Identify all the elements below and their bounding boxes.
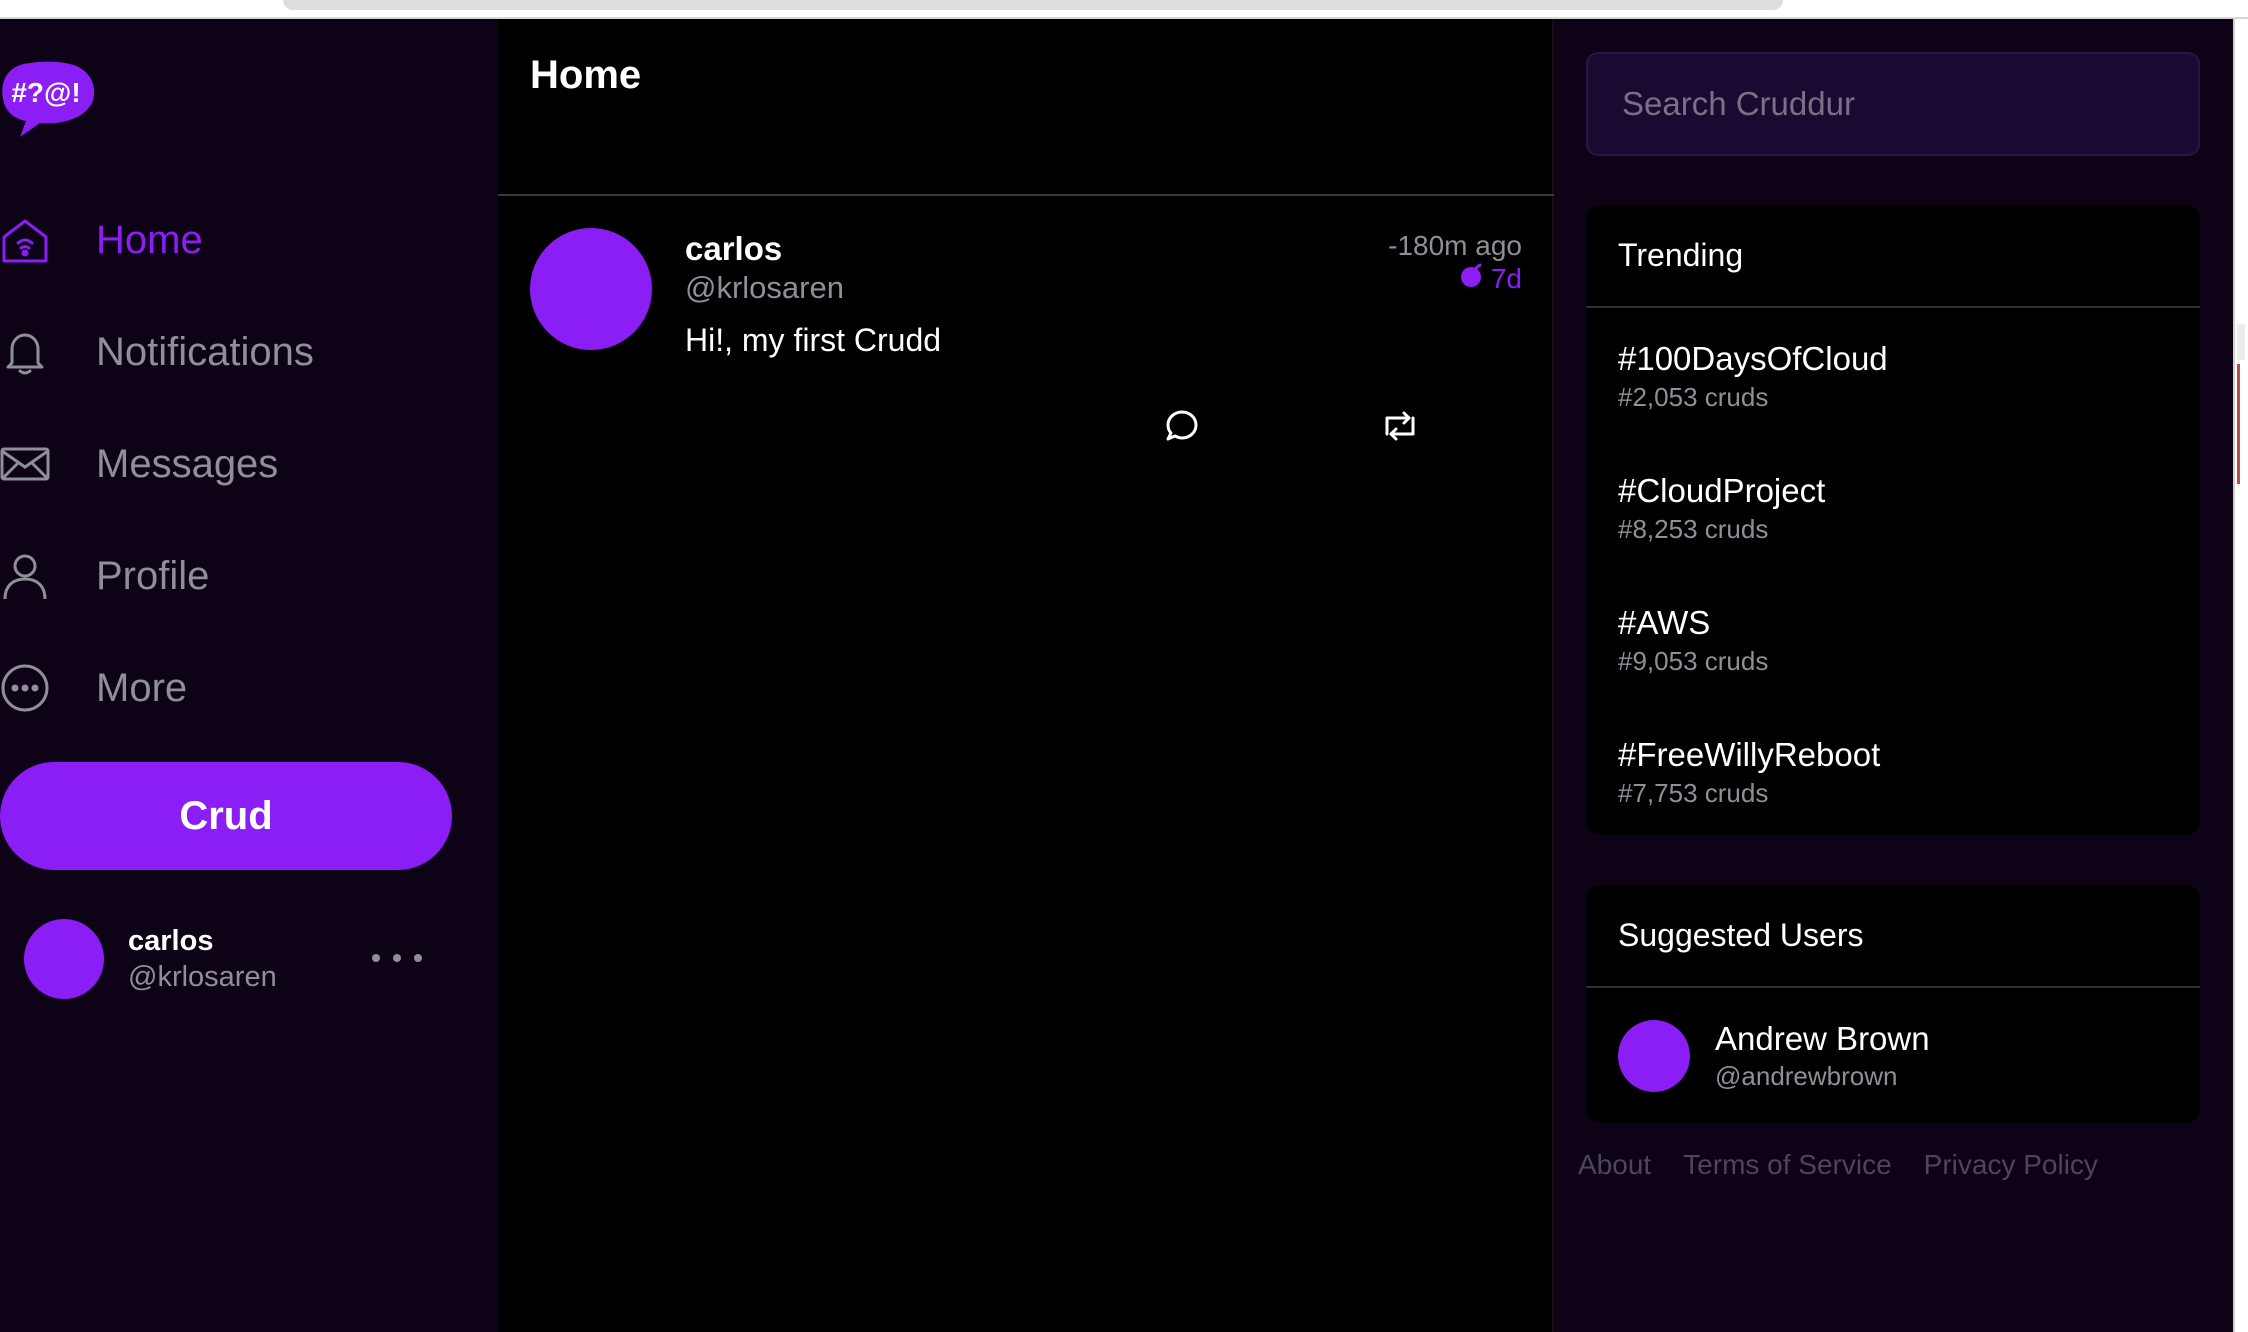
sidebar-item-label: Messages xyxy=(96,441,279,486)
post-author-name[interactable]: carlos xyxy=(685,230,782,268)
post-author-handle[interactable]: @krlosaren xyxy=(685,270,844,306)
trend-tag: #AWS xyxy=(1618,604,1711,641)
bell-icon xyxy=(0,327,50,377)
sidebar-item-more[interactable]: More xyxy=(0,632,498,744)
post-expiry-text: 7d xyxy=(1490,262,1522,294)
sidebar-item-label: Profile xyxy=(96,553,210,598)
browser-address-bar xyxy=(283,0,1783,10)
avatar[interactable] xyxy=(530,228,652,350)
envelope-icon xyxy=(0,439,50,489)
trend-count: #2,053 cruds xyxy=(1618,382,1769,412)
sidebar-item-messages[interactable]: Messages xyxy=(0,408,498,520)
suggested-users-panel: Suggested Users Andrew Brown @andrewbrow… xyxy=(1586,885,2200,1123)
user-icon xyxy=(0,551,50,601)
suggested-user[interactable]: Andrew Brown @andrewbrown xyxy=(1586,988,2200,1121)
trend-item[interactable]: #CloudProject #8,253 cruds xyxy=(1586,440,2200,572)
trend-tag: #100DaysOfCloud xyxy=(1618,340,1888,377)
footer-link-about[interactable]: About xyxy=(1578,1149,1651,1181)
current-user[interactable]: carlos @krlosaren xyxy=(24,919,424,999)
avatar xyxy=(1618,1020,1690,1092)
suggested-users-title: Suggested Users xyxy=(1586,885,2200,988)
right-sidebar: Trending #100DaysOfCloud #2,053 cruds #C… xyxy=(1554,19,2233,1332)
app-container: #?@! Home Notifications Messages Profile… xyxy=(0,19,2233,1332)
footer-links: About Terms of Service Privacy Policy xyxy=(1578,1149,2098,1181)
post-time: -180m ago xyxy=(1388,230,1522,261)
feed-header: Home xyxy=(498,19,1554,196)
reply-icon[interactable] xyxy=(1160,404,1204,448)
trend-count: #8,253 cruds xyxy=(1618,514,1769,544)
trend-count: #9,053 cruds xyxy=(1618,646,1769,676)
sidebar-item-label: Home xyxy=(96,217,203,262)
suggested-user-handle: @andrewbrown xyxy=(1715,1061,1898,1091)
avatar xyxy=(24,919,104,999)
trending-panel: Trending #100DaysOfCloud #2,053 cruds #C… xyxy=(1586,205,2200,835)
repost-icon[interactable] xyxy=(1378,404,1422,448)
window-edge xyxy=(2233,19,2248,1332)
trend-item[interactable]: #100DaysOfCloud #2,053 cruds xyxy=(1586,308,2200,440)
home-icon xyxy=(0,215,50,265)
cruddur-logo[interactable]: #?@! xyxy=(0,59,96,141)
post-actions xyxy=(498,404,1852,448)
sidebar-item-label: Notifications xyxy=(96,329,314,374)
sidebar-item-profile[interactable]: Profile xyxy=(0,520,498,632)
suggested-user-name: Andrew Brown xyxy=(1715,1020,1930,1057)
post-expiry: 7d xyxy=(1459,262,1522,295)
footer-link-terms[interactable]: Terms of Service xyxy=(1683,1149,1892,1181)
trend-item[interactable]: #AWS #9,053 cruds xyxy=(1586,572,2200,704)
trending-title: Trending xyxy=(1586,205,2200,308)
search-input[interactable] xyxy=(1586,52,2200,156)
bomb-icon xyxy=(1459,262,1485,295)
current-user-handle: @krlosaren xyxy=(128,961,277,993)
trend-tag: #CloudProject xyxy=(1618,472,1826,509)
trend-tag: #FreeWillyReboot xyxy=(1618,736,1881,773)
current-user-name: carlos xyxy=(128,925,214,957)
sidebar-item-home[interactable]: Home xyxy=(0,184,498,296)
browser-top-bar xyxy=(0,0,2248,19)
logo-text: #?@! xyxy=(11,77,80,108)
sidebar: #?@! Home Notifications Messages Profile… xyxy=(0,19,498,1332)
sidebar-nav: Home Notifications Messages Profile More xyxy=(0,184,498,744)
main-feed: Home carlos @krlosaren -180m ago 7d Hi!,… xyxy=(498,19,1852,1332)
more-circle-icon xyxy=(0,663,50,713)
activity-item[interactable]: carlos @krlosaren -180m ago 7d Hi!, my f… xyxy=(498,198,1852,443)
trend-count: #7,753 cruds xyxy=(1618,778,1769,808)
page-title: Home xyxy=(530,53,642,97)
post-text: Hi!, my first Crudd xyxy=(685,322,942,358)
trend-item[interactable]: #FreeWillyReboot #7,753 cruds xyxy=(1586,704,2200,835)
crud-button[interactable]: Crud xyxy=(0,762,452,870)
sidebar-item-label: More xyxy=(96,665,188,710)
sidebar-item-notifications[interactable]: Notifications xyxy=(0,296,498,408)
footer-link-privacy[interactable]: Privacy Policy xyxy=(1924,1149,2098,1181)
user-menu-icon[interactable] xyxy=(372,943,422,973)
